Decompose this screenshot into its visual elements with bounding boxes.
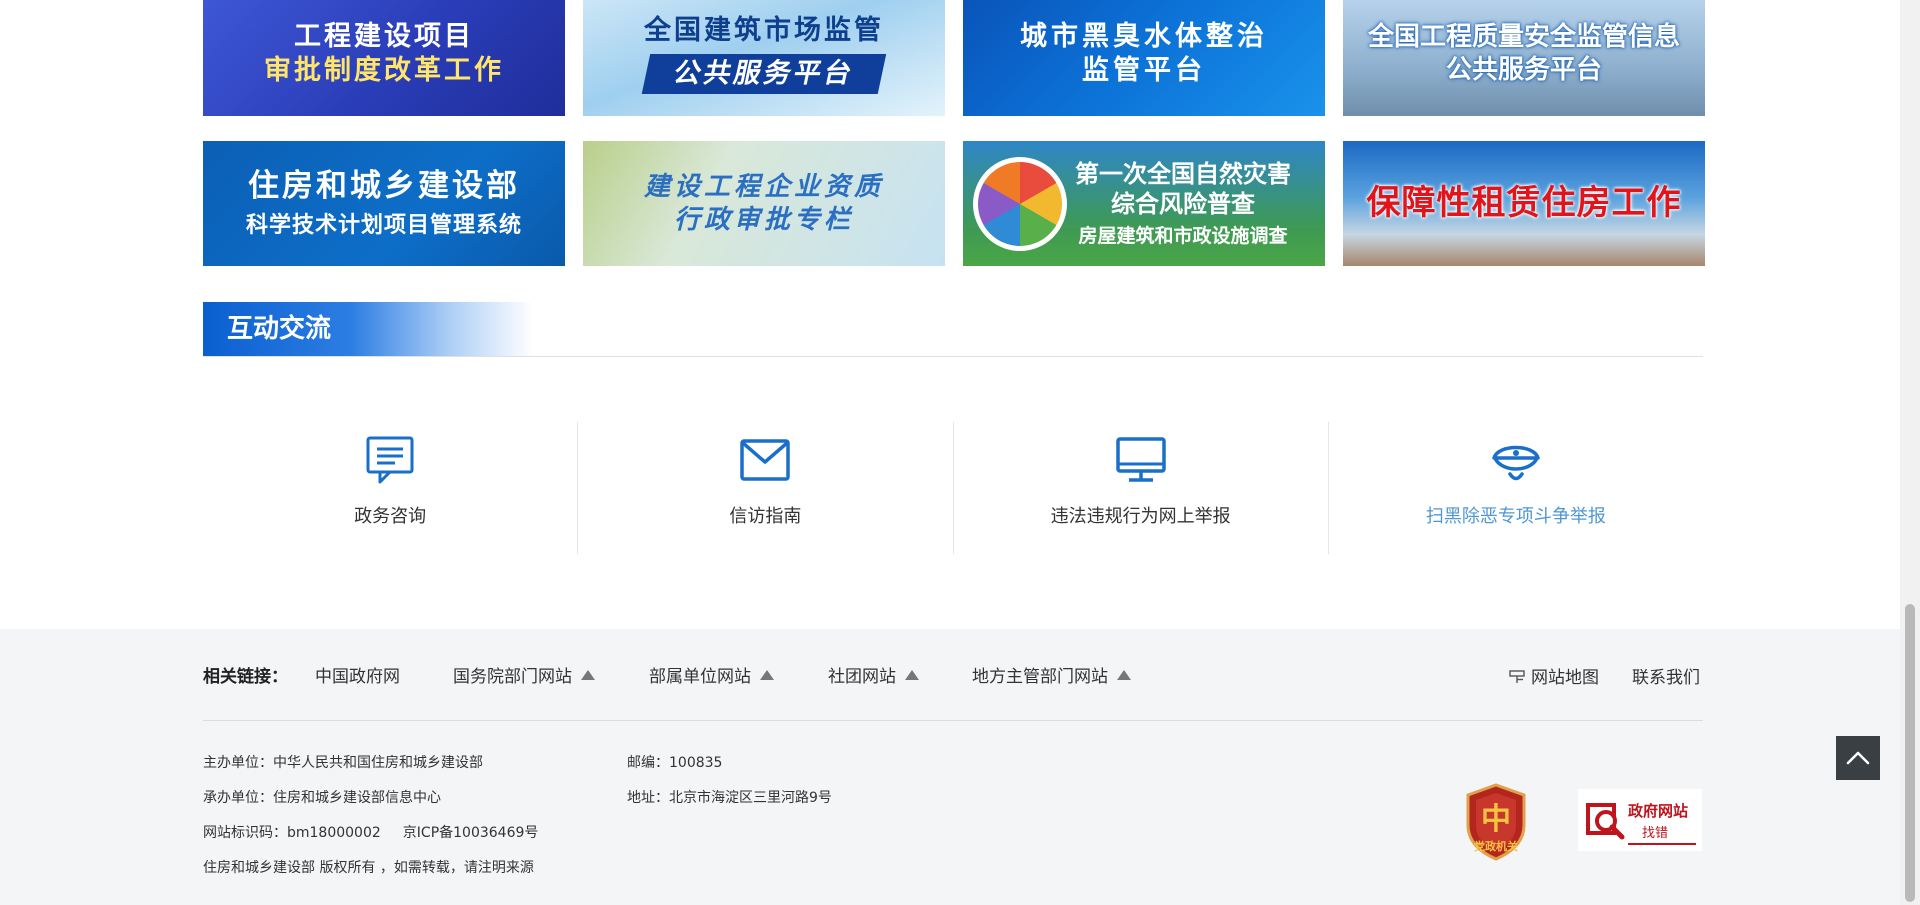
monitor-icon bbox=[1115, 437, 1166, 482]
banner-line: 全国建筑市场监管 bbox=[644, 14, 884, 46]
interaction-list: 政务咨询 信访指南 违法违规行为网上举报 扫黑除恶专项斗争举报 bbox=[203, 422, 1703, 554]
banner-line: 工程建设项目 bbox=[294, 20, 474, 52]
triangle-up-icon bbox=[1117, 670, 1131, 680]
contact-us-link[interactable]: 联系我们 bbox=[1632, 663, 1700, 688]
sitemap-icon bbox=[1509, 670, 1525, 683]
banner-building-market-platform[interactable]: 全国建筑市场监管 公共服务平台 bbox=[583, 0, 945, 116]
banner-disaster-risk-survey[interactable]: 第一次全国自然灾害 综合风险普查 房屋建筑和市政设施调查 bbox=[963, 141, 1325, 266]
link-local-authorities[interactable]: 地方主管部门网站 bbox=[972, 662, 1131, 687]
link-label: 社团网站 bbox=[828, 667, 896, 687]
banner-science-tech-system[interactable]: 住房和城乡建设部 科学技术计划项目管理系统 bbox=[203, 141, 565, 266]
banner-line: 公共服务平台 bbox=[1445, 54, 1602, 85]
related-links-label: 相关链接： bbox=[203, 667, 288, 687]
magnifier-icon bbox=[1586, 803, 1625, 840]
banner-quality-safety-platform[interactable]: 全国工程质量安全监管信息 公共服务平台 bbox=[1343, 0, 1705, 116]
census-seal-icon bbox=[973, 156, 1067, 251]
interact-item-violation-report[interactable]: 违法违规行为网上举报 bbox=[952, 422, 1328, 554]
triangle-up-icon bbox=[581, 670, 595, 680]
link-affiliated-units[interactable]: 部属单位网站 bbox=[649, 662, 774, 687]
banner-line: 第一次全国自然灾害 bbox=[1075, 160, 1291, 188]
mail-icon bbox=[740, 439, 791, 481]
banner-line: 监管平台 bbox=[1082, 54, 1206, 86]
banner-line: 综合风险普查 bbox=[1111, 190, 1255, 218]
interact-label: 扫黑除恶专项斗争举报 bbox=[1425, 506, 1606, 527]
chevron-up-icon bbox=[1846, 751, 1870, 765]
link-state-council-depts[interactable]: 国务院部门网站 bbox=[453, 662, 595, 687]
link-gov-cn[interactable]: 中国政府网 bbox=[315, 662, 400, 687]
copyright: 住房和城乡建设部 版权所有 ，如需转载，请注明来源 bbox=[203, 860, 534, 876]
link-label: 部属单位网站 bbox=[649, 667, 751, 687]
party-gov-shield-icon: 中 党政机关 bbox=[1466, 783, 1526, 861]
organizer-unit: 承办单位：住房和城乡建设部信息中心 bbox=[203, 790, 441, 806]
interact-label: 违法违规行为网上举报 bbox=[1050, 506, 1231, 527]
banner-line: 全国工程质量安全监管信息 bbox=[1367, 22, 1680, 52]
gov-site-error-report[interactable]: 政府网站 找错 bbox=[1578, 789, 1702, 851]
triangle-up-icon bbox=[760, 670, 774, 680]
sitemap-link[interactable]: 网站地图 bbox=[1509, 663, 1599, 688]
interact-label: 信访指南 bbox=[729, 506, 802, 527]
footer: 相关链接： 中国政府网 国务院部门网站 部属单位网站 社团网站 地方主管部门网站… bbox=[0, 629, 1900, 905]
banner-line: 房屋建筑和市政设施调查 bbox=[1078, 225, 1288, 247]
banner-line: 审批制度改革工作 bbox=[264, 54, 504, 86]
site-code: 网站标识码：bm18000002 bbox=[203, 825, 381, 841]
scrollbar-thumb[interactable] bbox=[1905, 604, 1915, 902]
interact-item-consultation[interactable]: 政务咨询 bbox=[203, 422, 577, 554]
sitemap-label: 网站地图 bbox=[1531, 668, 1599, 688]
address: 地址：北京市海淀区三里河路9号 bbox=[627, 790, 832, 806]
banner-line: 住房和城乡建设部 bbox=[248, 168, 520, 205]
link-label: 国务院部门网站 bbox=[453, 667, 572, 687]
badge-underline bbox=[1628, 843, 1696, 845]
site-identity: 网站标识码：bm18000002 京ICP备10036469号 bbox=[203, 822, 538, 842]
interact-label: 政务咨询 bbox=[354, 506, 427, 527]
police-cap-icon bbox=[1492, 445, 1540, 481]
party-gov-badge[interactable]: 中 党政机关 bbox=[1464, 783, 1528, 861]
banner-line: 城市黑臭水体整治 bbox=[1020, 20, 1268, 52]
banner-text-block: 第一次全国自然灾害 综合风险普查 房屋建筑和市政设施调查 bbox=[1075, 159, 1291, 248]
banner-line: 公共服务平台 bbox=[641, 53, 887, 94]
interact-item-petition-guide[interactable]: 信访指南 bbox=[577, 422, 952, 554]
banner-affordable-rental-housing[interactable]: 保障性租赁住房工作 bbox=[1343, 141, 1705, 266]
banner-line: 科学技术计划项目管理系统 bbox=[245, 213, 522, 239]
vertical-scrollbar[interactable] bbox=[1900, 0, 1920, 905]
page: 工程建设项目 审批制度改革工作 全国建筑市场监管 公共服务平台 城市黑臭水体整治… bbox=[0, 0, 1900, 905]
banner-line: 建设工程企业资质 bbox=[643, 172, 884, 202]
chat-icon bbox=[366, 436, 414, 484]
badge-subtitle: 找错 bbox=[1642, 826, 1669, 841]
banner-line: 行政审批专栏 bbox=[673, 204, 854, 235]
banner-line: 保障性租赁住房工作 bbox=[1366, 183, 1682, 224]
back-to-top-button[interactable] bbox=[1836, 736, 1880, 780]
postcode: 邮编：100835 bbox=[627, 755, 723, 771]
badge-title: 政府网站 bbox=[1628, 802, 1689, 820]
banner-enterprise-qualification[interactable]: 建设工程企业资质 行政审批专栏 bbox=[583, 141, 945, 266]
link-associations[interactable]: 社团网站 bbox=[828, 662, 919, 687]
interact-item-anti-crime-report[interactable]: 扫黑除恶专项斗争举报 bbox=[1327, 422, 1703, 554]
banner-black-odorous-water[interactable]: 城市黑臭水体整治 监管平台 bbox=[963, 0, 1325, 116]
section-header: 互动交流 bbox=[203, 302, 1703, 357]
link-label: 地方主管部门网站 bbox=[972, 667, 1108, 687]
svg-text:党政机关: 党政机关 bbox=[1474, 839, 1518, 853]
icp-link[interactable]: 京ICP备10036469号 bbox=[403, 825, 539, 841]
triangle-up-icon bbox=[905, 670, 919, 680]
svg-text:中: 中 bbox=[1481, 802, 1511, 837]
related-links-bar: 相关链接： 中国政府网 国务院部门网站 部属单位网站 社团网站 地方主管部门网站… bbox=[203, 629, 1703, 721]
banner-project-approval-reform[interactable]: 工程建设项目 审批制度改革工作 bbox=[203, 0, 565, 116]
section-title: 互动交流 bbox=[203, 302, 533, 356]
host-unit: 主办单位：中华人民共和国住房和城乡建设部 bbox=[203, 755, 483, 771]
